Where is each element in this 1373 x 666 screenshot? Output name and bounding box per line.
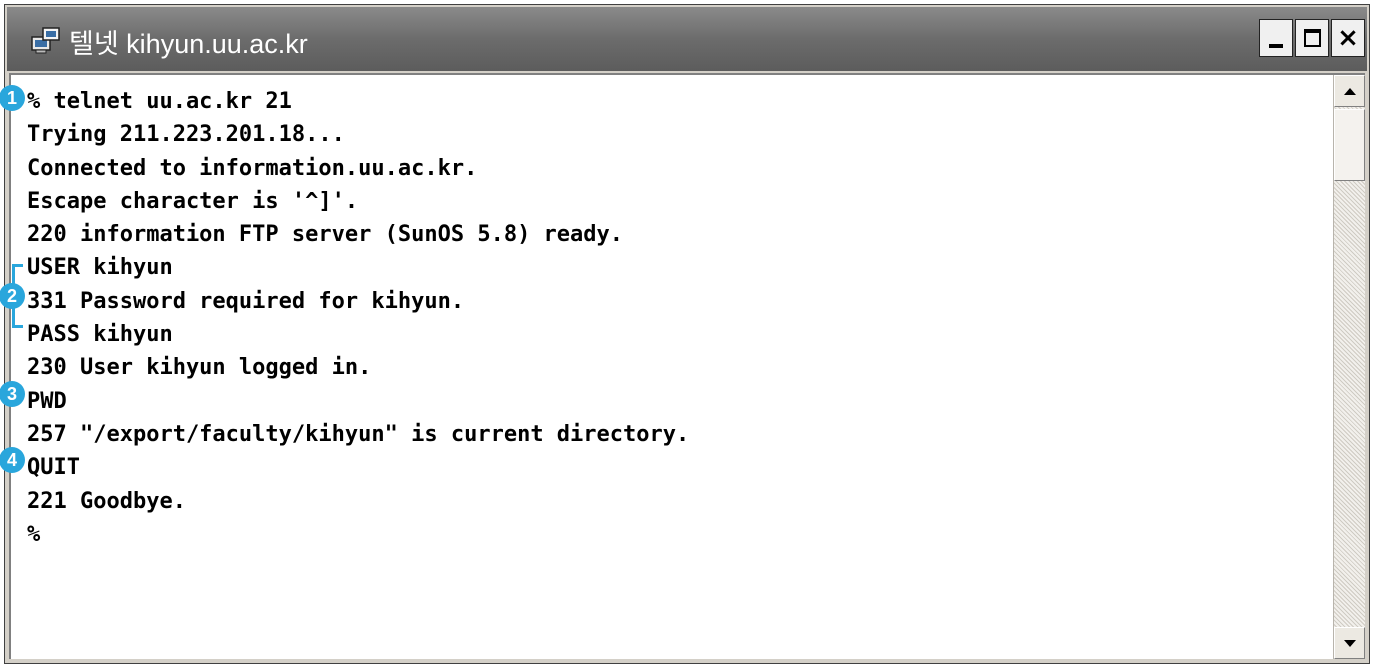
terminal-line: 331 Password required for kihyun.: [27, 288, 465, 314]
vertical-scrollbar[interactable]: [1333, 75, 1365, 659]
step-marker-3: 3: [0, 381, 25, 407]
step-marker-4: 4: [0, 447, 25, 473]
terminal-line: % telnet uu.ac.kr 21: [27, 89, 292, 114]
maximize-button[interactable]: [1295, 19, 1329, 57]
terminal-line: 221 Goodbye.: [27, 488, 186, 514]
terminal-line: PWD: [27, 388, 67, 414]
maximize-icon: [1303, 29, 1321, 47]
terminal-line: Escape character is '^]'.: [27, 188, 359, 214]
terminal-line: Connected to information.uu.ac.kr.: [27, 155, 478, 181]
terminal-line: PASS kihyun: [27, 322, 173, 348]
close-icon: ×: [1337, 23, 1359, 53]
window-title: 텔넷 kihyun.uu.ac.kr: [69, 29, 308, 59]
terminal-line: 257 "/export/faculty/kihyun" is current …: [27, 421, 690, 447]
telnet-terminal-icon: [31, 25, 61, 55]
step-marker-2: 2: [0, 283, 25, 309]
terminal-area[interactable]: % telnet uu.ac.kr 21 Trying 211.223.201.…: [9, 73, 1365, 659]
scroll-up-button[interactable]: [1334, 75, 1365, 107]
scroll-down-button[interactable]: [1334, 627, 1365, 659]
scroll-thumb[interactable]: [1334, 109, 1365, 181]
minimize-icon: [1269, 44, 1283, 48]
terminal-line: %: [27, 521, 41, 547]
step-marker-1: 1: [0, 85, 25, 111]
terminal-line: 220 information FTP server (SunOS 5.8) r…: [27, 222, 624, 248]
title-bar[interactable]: 텔넷 kihyun.uu.ac.kr ×: [7, 7, 1367, 71]
minimize-button[interactable]: [1259, 19, 1293, 57]
close-button[interactable]: ×: [1331, 19, 1365, 57]
terminal-line: QUIT: [27, 455, 80, 481]
scroll-up-arrow-icon: [1343, 87, 1356, 95]
terminal-line: Trying 211.223.201.18...: [27, 122, 345, 148]
terminal-output: % telnet uu.ac.kr 21 Trying 211.223.201.…: [27, 85, 1325, 551]
telnet-window: 텔넷 kihyun.uu.ac.kr × % telnet uu.ac.kr 2…: [0, 4, 1370, 664]
terminal-line: USER kihyun: [27, 255, 173, 281]
terminal-line: 230 User kihyun logged in.: [27, 355, 372, 381]
scroll-down-arrow-icon: [1343, 639, 1356, 647]
